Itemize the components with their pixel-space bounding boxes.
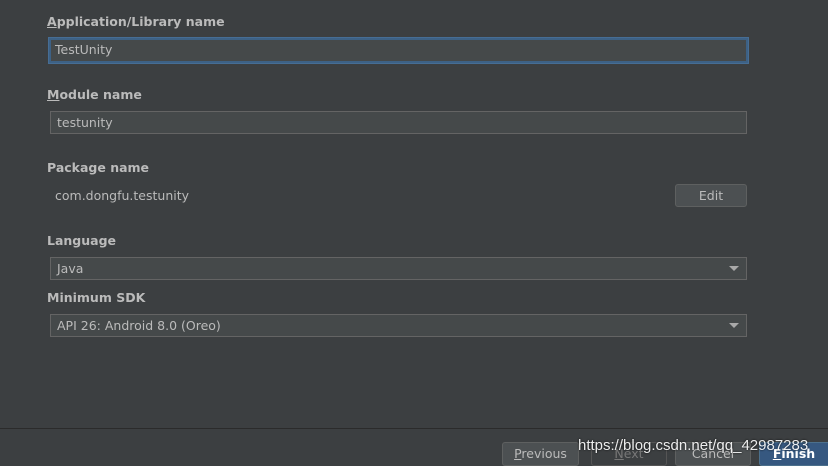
- min-sdk-selected-value: API 26: Android 8.0 (Oreo): [57, 318, 221, 333]
- app-name-input[interactable]: TestUnity: [49, 38, 748, 63]
- app-name-value: TestUnity: [55, 42, 113, 57]
- app-name-label: Application/Library name: [47, 14, 225, 29]
- language-selected-value: Java: [57, 261, 84, 276]
- module-name-label-mnemonic: M: [47, 87, 60, 102]
- watermark-url: https://blog.csdn.net/qq_42987283: [578, 437, 809, 454]
- new-project-dialog: Application/Library name TestUnity Modul…: [0, 0, 828, 466]
- chevron-down-icon: [729, 323, 739, 328]
- module-name-value: testunity: [57, 115, 113, 130]
- chevron-down-icon: [729, 266, 739, 271]
- package-name-value: com.dongfu.testunity: [55, 188, 190, 203]
- module-name-input[interactable]: testunity: [50, 111, 747, 134]
- previous-button[interactable]: Previous: [502, 442, 579, 466]
- edit-package-button[interactable]: Edit: [675, 184, 747, 207]
- app-name-label-text: pplication/Library name: [56, 14, 225, 29]
- min-sdk-select[interactable]: API 26: Android 8.0 (Oreo): [50, 314, 747, 337]
- module-name-label-text: odule name: [59, 87, 142, 102]
- language-select[interactable]: Java: [50, 257, 747, 280]
- package-name-label: Package name: [47, 160, 150, 175]
- language-label: Language: [47, 233, 117, 248]
- previous-text: revious: [521, 446, 567, 461]
- min-sdk-label: Minimum SDK: [47, 290, 146, 305]
- module-name-label: Module name: [47, 87, 142, 102]
- app-name-label-mnemonic: A: [47, 14, 57, 29]
